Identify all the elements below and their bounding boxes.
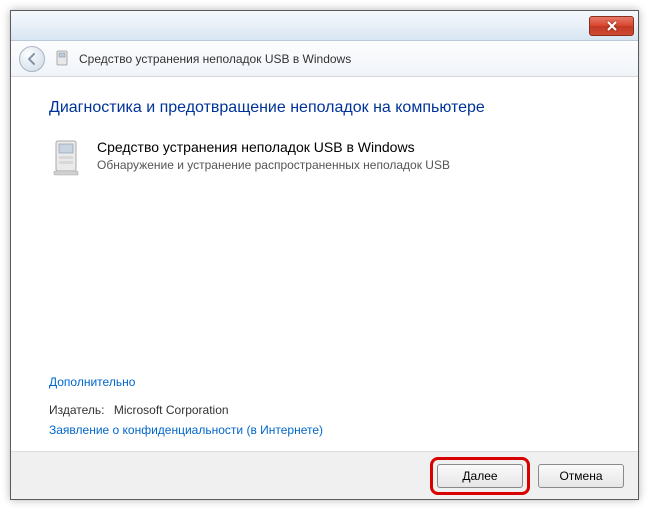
publisher-row: Издатель: Microsoft Corporation (49, 403, 600, 417)
advanced-link[interactable]: Дополнительно (49, 375, 135, 389)
troubleshooter-item: Средство устранения неполадок USB в Wind… (49, 139, 600, 179)
next-button[interactable]: Далее (437, 464, 523, 488)
titlebar (11, 11, 638, 41)
footer: Далее Отмена (11, 451, 638, 499)
tool-title: Средство устранения неполадок USB в Wind… (97, 139, 450, 155)
tool-description: Обнаружение и устранение распространенны… (97, 158, 450, 172)
troubleshooter-text: Средство устранения неполадок USB в Wind… (97, 139, 450, 179)
page-heading: Диагностика и предотвращение неполадок н… (49, 99, 600, 117)
cancel-button[interactable]: Отмена (538, 464, 624, 488)
arrow-left-icon (25, 52, 39, 66)
breadcrumb-header: Средство устранения неполадок USB в Wind… (11, 41, 638, 77)
publisher-value: Microsoft Corporation (114, 403, 229, 417)
close-icon (607, 21, 617, 31)
close-button[interactable] (589, 16, 634, 36)
computer-icon (49, 139, 83, 179)
content-area: Диагностика и предотвращение неполадок н… (11, 77, 638, 451)
privacy-link[interactable]: Заявление о конфиденциальности (в Интерн… (49, 423, 323, 437)
header-title: Средство устранения неполадок USB в Wind… (79, 52, 351, 66)
troubleshoot-icon (53, 50, 71, 68)
back-button[interactable] (19, 46, 45, 72)
highlight-annotation: Далее (430, 457, 530, 495)
publisher-label: Издатель: (49, 403, 105, 417)
wizard-window: Средство устранения неполадок USB в Wind… (10, 10, 639, 500)
